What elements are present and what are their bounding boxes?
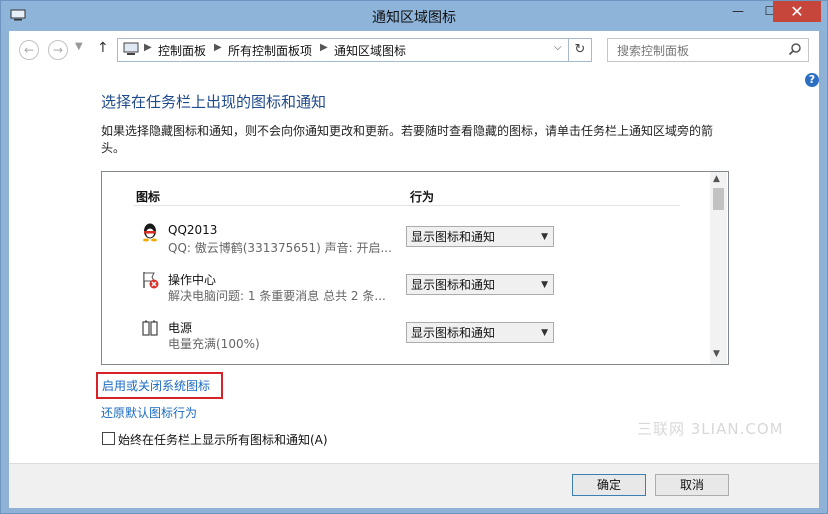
breadcrumb-separator-icon[interactable]: ▶ [320, 42, 328, 53]
minimize-button[interactable]: — [723, 1, 753, 22]
breadcrumb-notification-icons[interactable]: 通知区域图标 [334, 42, 406, 59]
dialog-footer: 确定 取消 [9, 463, 819, 508]
behavior-select[interactable]: 显示图标和通知 ▼ [406, 274, 554, 295]
battery-icon [142, 320, 158, 336]
navigation-bar: ← → ▼ ↑ ▶ 控制面板 ▶ 所有控制面板项 ▶ 通知区域图标 ⌵ ↻ 搜索… [9, 31, 819, 70]
help-icon[interactable]: ? [805, 73, 819, 87]
title-bar[interactable]: 通知区域图标 — ☐ ✕ [1, 1, 827, 31]
refresh-button[interactable]: ↻ [569, 38, 592, 62]
qq-penguin-icon [143, 223, 157, 242]
window-title: 通知区域图标 [372, 10, 456, 26]
always-show-label[interactable]: 始终在任务栏上显示所有图标和通知(A) [118, 431, 328, 448]
chevron-down-icon: ▼ [75, 41, 83, 52]
refresh-icon: ↻ [574, 42, 586, 57]
column-header-behavior: 行为 [410, 190, 435, 204]
address-dropdown-icon[interactable]: ⌵ [554, 42, 562, 53]
back-button[interactable]: ← [19, 40, 39, 60]
row-name: QQ2013 [168, 223, 218, 237]
action-center-flag-icon [143, 272, 159, 289]
breadcrumb-separator-icon[interactable]: ▶ [214, 42, 222, 53]
notification-area-icons-window: 通知区域图标 — ☐ ✕ ← → ▼ ↑ ▶ 控制面板 ▶ 所有控制面板项 ▶ … [0, 0, 828, 514]
behavior-select[interactable]: 显示图标和通知 ▼ [406, 226, 554, 247]
close-button[interactable]: ✕ [773, 1, 821, 22]
page-title: 选择在任务栏上出现的图标和通知 [101, 93, 327, 111]
watermark: 三联网 3LIAN.COM [637, 420, 784, 438]
row-name: 操作中心 [168, 273, 217, 287]
column-header-icon: 图标 [136, 190, 161, 204]
forward-button[interactable]: → [48, 40, 68, 60]
list-item: 操作中心 解决电脑问题: 1 条重要消息 总共 2 条... 显示图标和通知 ▼ [102, 268, 710, 316]
minimize-icon: — [732, 4, 744, 18]
ok-button[interactable]: 确定 [572, 474, 646, 496]
row-detail: QQ: 傲云博鹤(331375651) 声音: 开启... [168, 241, 392, 255]
search-input[interactable]: 搜索控制面板 [607, 38, 809, 62]
list-item: 电源 电量充满(100%) 显示图标和通知 ▼ [102, 316, 710, 364]
breadcrumb-all-items[interactable]: 所有控制面板项 [228, 42, 312, 59]
behavior-select-value: 显示图标和通知 [411, 230, 496, 244]
arrow-right-icon: → [52, 43, 64, 57]
row-detail: 解决电脑问题: 1 条重要消息 总共 2 条... [168, 289, 386, 303]
notification-icons-list[interactable]: 图标 行为 QQ2013 QQ: 傲云博鹤(331375651) 声音: 开启.… [101, 171, 729, 365]
chevron-down-icon: ▼ [541, 328, 548, 338]
page-description: 如果选择隐藏图标和通知，则不会向你通知更改和更新。若要随时查看隐藏的图标，请单击… [101, 124, 714, 155]
scroll-up-icon[interactable]: ▲ [713, 174, 720, 184]
address-bar[interactable]: ▶ 控制面板 ▶ 所有控制面板项 ▶ 通知区域图标 ⌵ [117, 38, 569, 62]
always-show-checkbox[interactable] [102, 432, 115, 445]
chevron-down-icon: ▼ [541, 232, 548, 242]
behavior-select-value: 显示图标和通知 [411, 278, 496, 292]
arrow-up-icon: ↑ [97, 40, 109, 56]
recent-locations-button[interactable]: ▼ [75, 41, 83, 52]
breadcrumb-control-panel[interactable]: 控制面板 [158, 42, 206, 59]
arrow-left-icon: ← [23, 43, 35, 57]
up-button[interactable]: ↑ [97, 40, 109, 56]
scroll-thumb[interactable] [713, 188, 724, 210]
search-icon[interactable] [788, 42, 802, 56]
scroll-down-icon[interactable]: ▼ [713, 349, 720, 359]
search-placeholder: 搜索控制面板 [617, 44, 690, 58]
control-panel-icon [123, 42, 139, 55]
row-detail: 电量充满(100%) [168, 337, 260, 351]
system-icons-link[interactable]: 启用或关闭系统图标 [102, 377, 210, 394]
list-item: QQ2013 QQ: 傲云博鹤(331375651) 声音: 开启... 显示图… [102, 220, 710, 268]
behavior-select[interactable]: 显示图标和通知 ▼ [406, 322, 554, 343]
breadcrumb-separator-icon: ▶ [144, 42, 152, 53]
cancel-button[interactable]: 取消 [655, 474, 729, 496]
chevron-down-icon: ▼ [541, 280, 548, 290]
header-divider [134, 205, 680, 206]
close-icon: ✕ [790, 2, 804, 21]
list-scrollbar[interactable]: ▲ ▼ [710, 172, 727, 364]
main-content: ? 选择在任务栏上出现的图标和通知 如果选择隐藏图标和通知，则不会向你通知更改和… [9, 69, 819, 463]
restore-defaults-link[interactable]: 还原默认图标行为 [101, 404, 197, 421]
row-name: 电源 [168, 321, 193, 335]
behavior-select-value: 显示图标和通知 [411, 326, 496, 340]
